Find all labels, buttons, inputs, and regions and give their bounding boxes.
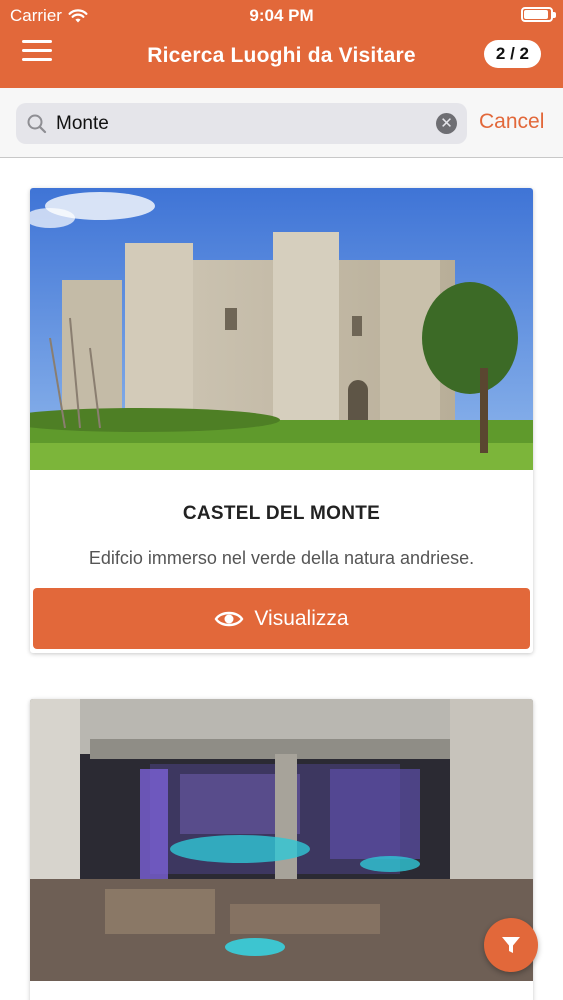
- status-bar: Carrier 9:04 PM: [0, 0, 563, 30]
- results-pager-badge: 2 / 2: [483, 40, 541, 68]
- view-button-label: Visualizza: [254, 606, 349, 630]
- nav-bar: Ricerca Luoghi da Visitare 2 / 2: [0, 30, 563, 88]
- archaeological-site-photo: [30, 699, 533, 981]
- battery-level: [524, 10, 548, 19]
- search-field[interactable]: ✕: [16, 103, 467, 144]
- battery-icon: [521, 7, 556, 22]
- magnifier-icon: [27, 114, 47, 134]
- cancel-button[interactable]: Cancel: [479, 110, 544, 134]
- place-description: Edifcio immerso nel verde della natura a…: [88, 548, 475, 568]
- eye-icon: [214, 611, 244, 626]
- place-card: [30, 699, 533, 1000]
- app-header: Carrier 9:04 PM Ricerca Luoghi da Visita…: [0, 0, 563, 88]
- clear-circle-icon[interactable]: ✕: [436, 113, 457, 134]
- view-place-button[interactable]: Visualizza: [33, 588, 530, 649]
- page-title: Ricerca Luoghi da Visitare: [147, 44, 416, 67]
- app-screen: Carrier 9:04 PM Ricerca Luoghi da Visita…: [0, 0, 563, 1000]
- search-input[interactable]: [56, 108, 426, 139]
- search-bar-area: ✕ Cancel: [0, 88, 563, 158]
- status-time: 9:04 PM: [249, 6, 314, 25]
- filter-funnel-icon: [502, 937, 520, 953]
- filter-button[interactable]: [484, 918, 538, 972]
- castel-del-monte-photo: [30, 188, 533, 470]
- place-title: CASTEL DEL MONTE: [182, 503, 381, 524]
- place-card: CASTEL DEL MONTE Edifcio immerso nel ver…: [30, 188, 533, 653]
